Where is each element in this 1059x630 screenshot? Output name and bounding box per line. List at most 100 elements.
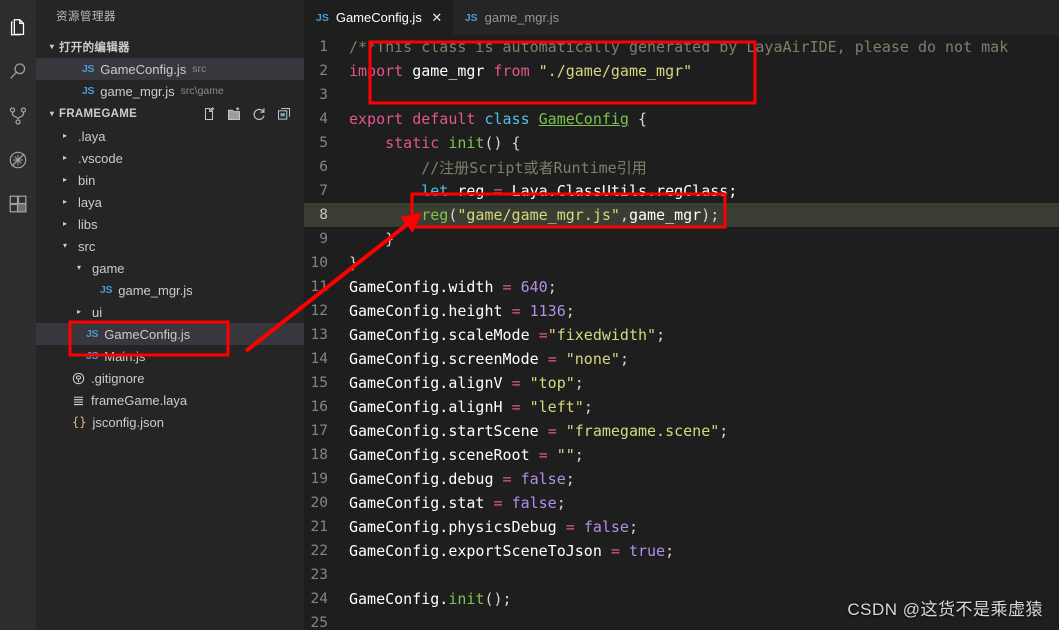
js-file-icon: JS xyxy=(464,11,478,24)
tree-file[interactable]: JS game_mgr.js xyxy=(36,279,304,301)
code-token: , xyxy=(619,206,629,224)
js-file-icon: JS xyxy=(82,63,95,75)
code-text: GameConfig.alignH = "left"; xyxy=(349,398,1059,416)
code-token: } xyxy=(349,230,395,248)
code-token: = xyxy=(493,182,512,200)
code-line[interactable]: 22 GameConfig.exportSceneToJson = true; xyxy=(304,539,1059,563)
tree-file[interactable]: .gitignore xyxy=(36,367,304,389)
code-token: GameConfig.startScene xyxy=(349,422,548,440)
code-editor[interactable]: 1 /**This class is automatically generate… xyxy=(304,35,1059,630)
new-folder-icon[interactable] xyxy=(226,106,242,122)
code-line[interactable]: 2 import game_mgr from "./game/game_mgr" xyxy=(304,59,1059,83)
code-token: () { xyxy=(484,134,521,152)
activity-item-extensions[interactable] xyxy=(0,182,36,226)
tree-item-label: ui xyxy=(92,304,103,320)
chevron-right-icon xyxy=(72,308,86,316)
line-number: 12 xyxy=(310,303,328,319)
code-line[interactable]: 11 GameConfig.width = 640; xyxy=(304,275,1059,299)
project-header[interactable]: FRAMEGAME xyxy=(36,102,304,125)
code-line[interactable]: 7 let reg = Laya.ClassUtils.regClass; xyxy=(304,179,1059,203)
code-line[interactable]: 3 xyxy=(304,83,1059,107)
code-token: "left" xyxy=(529,398,584,416)
code-text: GameConfig.debug = false; xyxy=(349,470,1059,488)
tree-folder[interactable]: src xyxy=(36,235,304,257)
code-token: //注册Script或者Runtime引用 xyxy=(421,158,647,177)
tree-folder[interactable]: .laya xyxy=(36,125,304,147)
tab-label: game_mgr.js xyxy=(484,10,560,25)
code-text: GameConfig.startScene = "framegame.scene… xyxy=(349,422,1059,440)
code-line[interactable]: 13 GameConfig.scaleMode ="fixedwidth"; xyxy=(304,323,1059,347)
code-token: GameConfig.alignH xyxy=(349,398,512,416)
code-line[interactable]: 18 GameConfig.sceneRoot = ""; xyxy=(304,443,1059,467)
tree-folder[interactable]: .vscode xyxy=(36,147,304,169)
open-editors-header[interactable]: 打开的编辑器 xyxy=(36,35,304,58)
code-line[interactable]: 5 static init() { xyxy=(304,131,1059,155)
open-editor-item[interactable]: JS game_mgr.js src\game xyxy=(36,80,304,102)
code-token: "none" xyxy=(565,350,620,368)
code-token: GameConfig. xyxy=(349,590,449,608)
tree-item-label: libs xyxy=(78,216,98,232)
tree-file[interactable]: frameGame.laya xyxy=(36,389,304,411)
tree-folder[interactable]: bin xyxy=(36,169,304,191)
code-line[interactable]: 12 GameConfig.height = 1136; xyxy=(304,299,1059,323)
code-line[interactable]: 17 GameConfig.startScene = "framegame.sce… xyxy=(304,419,1059,443)
code-line[interactable]: 21 GameConfig.physicsDebug = false; xyxy=(304,515,1059,539)
activity-item-run-and-debug[interactable] xyxy=(0,138,36,182)
code-line[interactable]: 10} xyxy=(304,251,1059,275)
tree-folder[interactable]: libs xyxy=(36,213,304,235)
code-line[interactable]: 8 reg("game/game_mgr.js",game_mgr); xyxy=(304,203,1059,227)
line-number: 8 xyxy=(319,207,328,223)
collapse-all-icon[interactable] xyxy=(276,106,292,122)
code-token: = xyxy=(538,446,557,464)
code-text: GameConfig.stat = false; xyxy=(349,494,1059,512)
activity-item-explorer[interactable] xyxy=(0,6,36,50)
code-token: = xyxy=(511,302,530,320)
new-file-icon[interactable] xyxy=(201,106,217,122)
chevron-down-icon xyxy=(72,264,86,272)
code-line[interactable]: 1 /**This class is automatically generate… xyxy=(304,35,1059,59)
code-token: ); xyxy=(701,206,720,224)
open-editor-item[interactable]: JS GameConfig.js src xyxy=(36,58,304,80)
code-line[interactable]: 4 export default class GameConfig { xyxy=(304,107,1059,131)
code-line[interactable]: 19 GameConfig.debug = false; xyxy=(304,467,1059,491)
code-token: = xyxy=(565,518,584,536)
line-number: 1 xyxy=(319,39,328,55)
code-token: GameConfig.debug xyxy=(349,470,503,488)
tree-file[interactable]: JS GameConfig.js xyxy=(36,323,304,345)
line-number: 19 xyxy=(310,471,328,487)
explorer-sidebar: 资源管理器 打开的编辑器 JS GameConfig.js src JS game_mg… xyxy=(36,0,304,630)
tree-folder[interactable]: ui xyxy=(36,301,304,323)
activity-item-search[interactable] xyxy=(0,50,36,94)
open-editor-description: src xyxy=(192,63,207,75)
refresh-icon[interactable] xyxy=(251,106,267,122)
code-line[interactable]: 6 //注册Script或者Runtime引用 xyxy=(304,155,1059,179)
code-line[interactable]: 9 } xyxy=(304,227,1059,251)
code-line[interactable]: 15 GameConfig.alignV = "top"; xyxy=(304,371,1059,395)
tree-folder[interactable]: game xyxy=(36,257,304,279)
line-number: 16 xyxy=(310,399,328,415)
tree-file[interactable]: JS Main.js xyxy=(36,345,304,367)
tree-folder[interactable]: laya xyxy=(36,191,304,213)
line-number: 17 xyxy=(310,423,328,439)
editor-tab[interactable]: JS GameConfig.js ✕ xyxy=(304,0,453,35)
chevron-right-icon xyxy=(58,198,72,206)
code-text: let reg = Laya.ClassUtils.regClass; xyxy=(349,182,1059,200)
code-token: export default xyxy=(349,110,485,128)
code-line[interactable]: 14 GameConfig.screenMode = "none"; xyxy=(304,347,1059,371)
close-icon[interactable]: ✕ xyxy=(431,11,443,24)
editor-tab[interactable]: JS game_mgr.js xyxy=(453,0,569,35)
code-line[interactable]: 23 xyxy=(304,563,1059,587)
vscode-window: 资源管理器 打开的编辑器 JS GameConfig.js src JS game_mg… xyxy=(0,0,1059,630)
tree-file[interactable]: {} jsconfig.json xyxy=(36,411,304,433)
code-line[interactable]: 16 GameConfig.alignH = "left"; xyxy=(304,395,1059,419)
code-token: init xyxy=(448,590,485,608)
js-file-icon: JS xyxy=(86,350,99,362)
line-number: 10 xyxy=(310,255,328,271)
code-text: GameConfig.exportSceneToJson = true; xyxy=(349,542,1059,560)
tree-item-label: frameGame.laya xyxy=(91,392,188,408)
json-file-icon: {} xyxy=(72,415,87,429)
code-token: ; xyxy=(547,278,557,296)
code-line[interactable]: 20 GameConfig.stat = false; xyxy=(304,491,1059,515)
code-token: Laya.ClassUtils.regClass; xyxy=(511,182,738,200)
activity-item-source-control[interactable] xyxy=(0,94,36,138)
